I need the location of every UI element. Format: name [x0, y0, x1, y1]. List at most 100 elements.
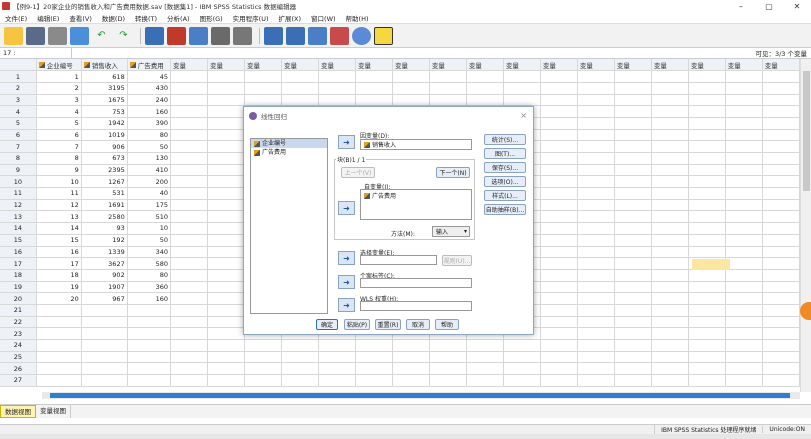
- row-number[interactable]: 14: [0, 222, 37, 235]
- reset-button[interactable]: 重置(R): [375, 319, 401, 330]
- empty-cell[interactable]: [688, 304, 726, 317]
- move-wls-button[interactable]: ➜: [338, 298, 355, 312]
- empty-cell[interactable]: [725, 281, 763, 294]
- row-number[interactable]: 27: [0, 374, 37, 387]
- data-cell[interactable]: 10: [36, 175, 82, 189]
- empty-cell[interactable]: [762, 292, 800, 305]
- empty-cell[interactable]: [725, 82, 763, 95]
- empty-cell[interactable]: [540, 304, 578, 317]
- empty-cell[interactable]: [170, 281, 209, 294]
- empty-cell[interactable]: [614, 105, 652, 118]
- data-cell[interactable]: 9: [36, 164, 82, 177]
- empty-cell[interactable]: [614, 281, 652, 294]
- data-cell[interactable]: 1267: [81, 175, 128, 189]
- empty-cell[interactable]: [577, 351, 615, 364]
- cancel-button[interactable]: 取消: [406, 319, 430, 330]
- empty-cell[interactable]: [688, 210, 726, 224]
- empty-cell[interactable]: [81, 339, 128, 352]
- column-header[interactable]: 变量: [318, 59, 356, 72]
- empty-cell[interactable]: [688, 351, 726, 364]
- selection-field[interactable]: [360, 255, 437, 265]
- empty-cell[interactable]: [170, 164, 209, 177]
- style-button[interactable]: 样式(L)...: [484, 190, 526, 201]
- empty-cell[interactable]: [281, 94, 319, 107]
- empty-cell[interactable]: [762, 222, 800, 235]
- empty-cell[interactable]: [540, 175, 578, 189]
- empty-cell[interactable]: [577, 374, 615, 387]
- empty-cell[interactable]: [577, 304, 615, 317]
- empty-cell[interactable]: [688, 164, 726, 177]
- empty-cell[interactable]: [207, 94, 245, 107]
- empty-cell[interactable]: [540, 105, 578, 118]
- empty-cell[interactable]: [762, 94, 800, 107]
- empty-cell[interactable]: [355, 94, 393, 107]
- empty-cell[interactable]: [127, 362, 172, 376]
- empty-cell[interactable]: [651, 94, 689, 107]
- variables-icon[interactable]: [189, 26, 208, 45]
- menu-transform[interactable]: 转换(T): [130, 13, 162, 23]
- data-cell[interactable]: 10: [127, 222, 172, 235]
- column-header[interactable]: 变量: [762, 59, 800, 72]
- empty-cell[interactable]: [540, 234, 578, 247]
- column-header[interactable]: 变量: [207, 59, 245, 72]
- empty-cell[interactable]: [577, 140, 615, 153]
- empty-cell[interactable]: [318, 351, 356, 364]
- empty-cell[interactable]: [170, 304, 209, 317]
- empty-cell[interactable]: [36, 374, 82, 387]
- empty-cell[interactable]: [127, 327, 172, 340]
- data-cell[interactable]: 175: [127, 199, 172, 212]
- empty-cell[interactable]: [170, 117, 209, 130]
- empty-cell[interactable]: [540, 292, 578, 305]
- empty-cell[interactable]: [392, 339, 430, 352]
- empty-cell[interactable]: [207, 187, 245, 200]
- data-cell[interactable]: 967: [81, 292, 128, 305]
- empty-cell[interactable]: [540, 339, 578, 352]
- empty-cell[interactable]: [614, 257, 652, 270]
- menu-data[interactable]: 数据(D): [97, 13, 130, 23]
- row-number[interactable]: 2: [0, 82, 37, 95]
- empty-cell[interactable]: [762, 339, 800, 352]
- undo-icon[interactable]: ↶: [92, 27, 111, 45]
- empty-cell[interactable]: [651, 257, 689, 270]
- empty-cell[interactable]: [244, 70, 282, 83]
- empty-cell[interactable]: [170, 105, 209, 118]
- menu-file[interactable]: 文件(E): [0, 13, 32, 23]
- empty-cell[interactable]: [466, 351, 504, 364]
- empty-cell[interactable]: [355, 82, 393, 95]
- empty-cell[interactable]: [540, 222, 578, 235]
- empty-cell[interactable]: [81, 327, 128, 340]
- empty-cell[interactable]: [466, 70, 504, 83]
- empty-cell[interactable]: [725, 164, 763, 177]
- empty-cell[interactable]: [688, 362, 726, 376]
- empty-cell[interactable]: [762, 175, 800, 189]
- data-cell[interactable]: 3: [36, 94, 82, 107]
- empty-cell[interactable]: [725, 316, 763, 329]
- empty-cell[interactable]: [207, 210, 245, 224]
- empty-cell[interactable]: [281, 351, 319, 364]
- empty-cell[interactable]: [725, 304, 763, 317]
- empty-cell[interactable]: [540, 257, 578, 270]
- empty-cell[interactable]: [127, 304, 172, 317]
- empty-cell[interactable]: [651, 222, 689, 235]
- empty-cell[interactable]: [688, 269, 726, 282]
- empty-cell[interactable]: [207, 281, 245, 294]
- statistics-button[interactable]: 统计(S)...: [484, 134, 526, 145]
- empty-cell[interactable]: [577, 199, 615, 212]
- empty-cell[interactable]: [725, 117, 763, 130]
- empty-cell[interactable]: [725, 70, 763, 83]
- data-cell[interactable]: 160: [127, 292, 172, 305]
- data-cell[interactable]: 1: [36, 70, 82, 83]
- empty-cell[interactable]: [651, 374, 689, 387]
- empty-cell[interactable]: [577, 292, 615, 305]
- empty-cell[interactable]: [207, 292, 245, 305]
- insert-cases-icon[interactable]: [264, 26, 283, 45]
- paste-button[interactable]: 粘贴(P): [344, 319, 370, 330]
- empty-cell[interactable]: [762, 210, 800, 224]
- empty-cell[interactable]: [651, 199, 689, 212]
- empty-cell[interactable]: [725, 152, 763, 165]
- empty-cell[interactable]: [170, 94, 209, 107]
- empty-cell[interactable]: [577, 82, 615, 95]
- empty-cell[interactable]: [762, 129, 800, 142]
- data-cell[interactable]: 12: [36, 199, 82, 212]
- empty-cell[interactable]: [466, 362, 504, 376]
